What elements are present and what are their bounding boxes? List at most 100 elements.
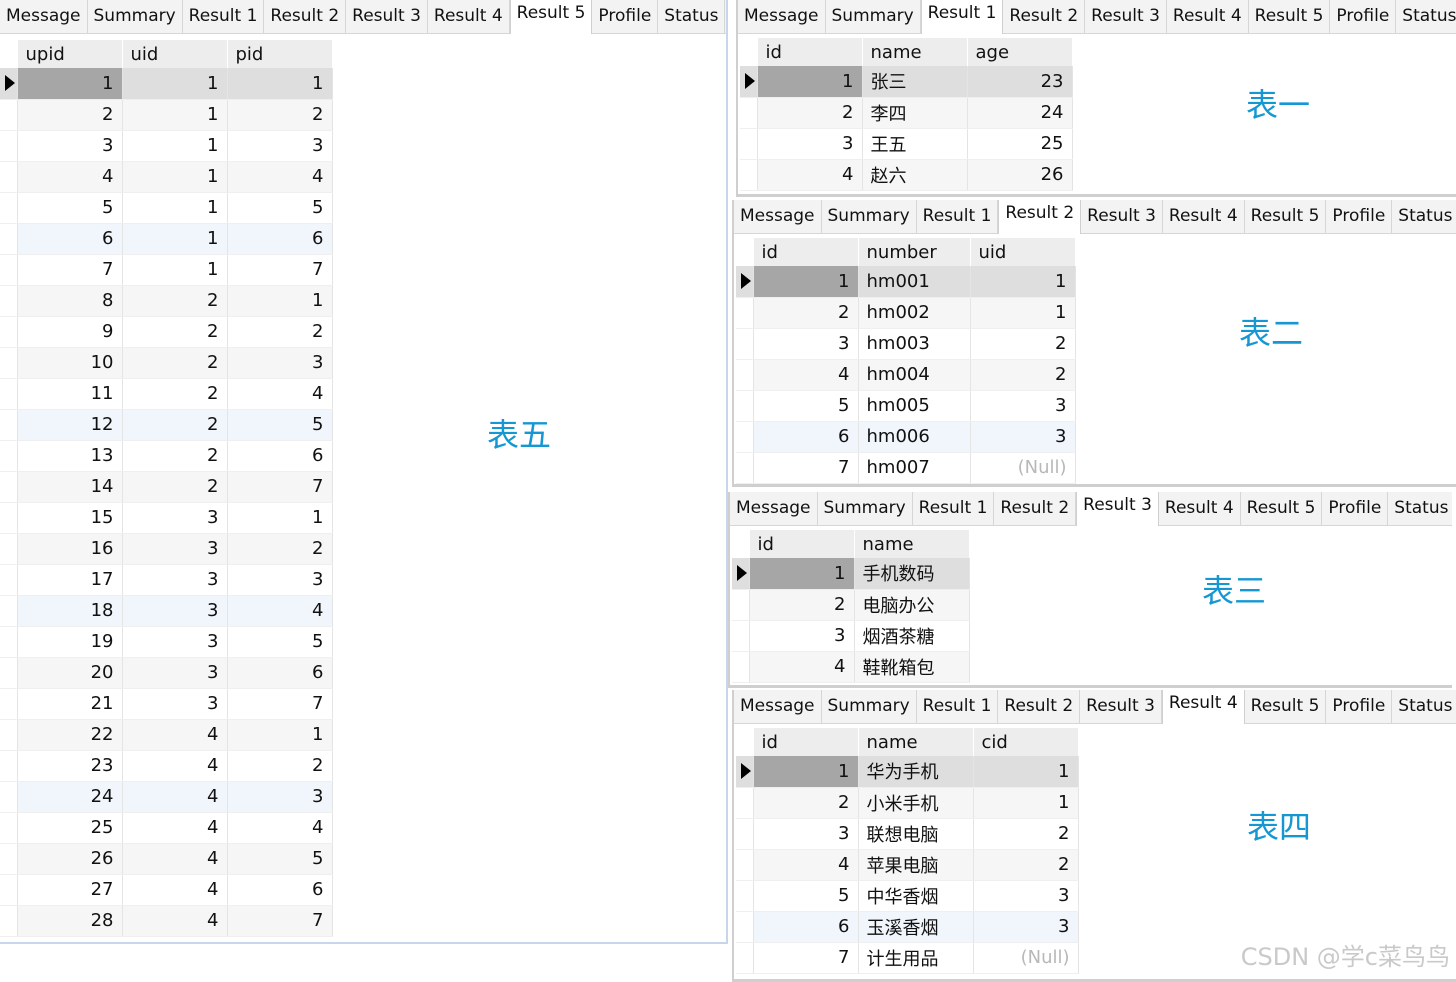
tab-profile[interactable]: Profile — [1326, 200, 1393, 233]
cell-name[interactable]: 联想电脑 — [858, 818, 974, 850]
tab-profile[interactable]: Profile — [1322, 492, 1389, 525]
row-indicator[interactable] — [736, 452, 754, 484]
cell-pid[interactable]: 4 — [227, 378, 333, 410]
table-row[interactable]: 2 小米手机 1 — [736, 787, 1079, 819]
row-indicator[interactable] — [740, 97, 758, 129]
tab-result-1[interactable]: Result 1 — [920, 0, 1004, 34]
tab-result-5[interactable]: Result 5 — [1245, 690, 1327, 723]
cell-upid[interactable]: 4 — [17, 161, 123, 193]
table-row[interactable]: 16 3 2 — [0, 533, 333, 565]
cell-id[interactable]: 6 — [753, 421, 859, 453]
row-indicator[interactable] — [0, 68, 18, 100]
row-indicator[interactable] — [732, 589, 750, 621]
row-indicator[interactable] — [0, 533, 18, 565]
tab-summary[interactable]: Summary — [826, 0, 921, 33]
cell-uid[interactable]: 1 — [122, 254, 228, 286]
column-header-id[interactable]: id — [757, 38, 863, 66]
row-indicator[interactable] — [0, 750, 18, 782]
result-grid[interactable]: id name 1 手机数码 2 电脑办公 3 烟酒茶糖 4 鞋靴箱包 — [732, 530, 970, 683]
cell-id[interactable]: 3 — [753, 818, 859, 850]
cell-uid[interactable]: 1 — [122, 68, 228, 100]
cell-id[interactable]: 7 — [753, 942, 859, 974]
cell-pid[interactable]: 5 — [227, 843, 333, 875]
table-row[interactable]: 15 3 1 — [0, 502, 333, 534]
row-indicator[interactable] — [736, 787, 754, 819]
cell-id[interactable]: 4 — [757, 159, 863, 191]
column-header-uid[interactable]: uid — [970, 238, 1076, 266]
column-header-name[interactable]: name — [858, 728, 974, 756]
table-row[interactable]: 12 2 5 — [0, 409, 333, 441]
cell-pid[interactable]: 7 — [227, 905, 333, 937]
table-row[interactable]: 111 — [0, 68, 333, 100]
cell-id[interactable]: 1 — [753, 266, 859, 298]
cell-upid[interactable]: 3 — [17, 130, 123, 162]
cell-pid[interactable]: 4 — [227, 595, 333, 627]
table-row[interactable]: 5 中华香烟 3 — [736, 880, 1079, 912]
cell-upid[interactable]: 11 — [17, 378, 123, 410]
cell-age[interactable]: 23 — [967, 66, 1073, 98]
row-indicator[interactable] — [0, 347, 18, 379]
row-indicator[interactable] — [732, 558, 750, 590]
cell-uid[interactable]: 1 — [122, 130, 228, 162]
table-row[interactable]: 212 — [0, 99, 333, 131]
cell-uid[interactable]: 4 — [122, 874, 228, 906]
cell-name[interactable]: 玉溪香烟 — [858, 911, 974, 943]
cell-uid[interactable]: 4 — [122, 843, 228, 875]
cell-uid[interactable]: 3 — [122, 502, 228, 534]
cell-upid[interactable]: 22 — [17, 719, 123, 751]
cell-uid[interactable]: 3 — [122, 688, 228, 720]
table-row[interactable]: 26 4 5 — [0, 843, 333, 875]
row-indicator[interactable] — [740, 66, 758, 98]
cell-pid[interactable]: 3 — [227, 781, 333, 813]
cell-id[interactable]: 1 — [757, 66, 863, 98]
table-row[interactable]: 821 — [0, 285, 333, 317]
table-row[interactable]: 414 — [0, 161, 333, 193]
row-indicator[interactable] — [0, 471, 18, 503]
column-header-id[interactable]: id — [753, 728, 859, 756]
row-indicator[interactable] — [740, 159, 758, 191]
cell-name[interactable]: 手机数码 — [854, 558, 970, 590]
row-indicator[interactable] — [740, 128, 758, 160]
row-indicator[interactable] — [736, 359, 754, 391]
cell-id[interactable]: 3 — [749, 620, 855, 652]
cell-name[interactable]: 苹果电脑 — [858, 849, 974, 881]
column-header-pid[interactable]: pid — [227, 40, 333, 68]
cell-uid[interactable]: 2 — [122, 471, 228, 503]
tab-message[interactable]: Message — [734, 690, 822, 723]
cell-id[interactable]: 2 — [753, 787, 859, 819]
column-header-name[interactable]: name — [862, 38, 968, 66]
tab-status[interactable]: Status — [1392, 690, 1456, 723]
cell-pid[interactable]: 2 — [227, 316, 333, 348]
table-row[interactable]: 4 赵六 26 — [740, 159, 1073, 191]
cell-uid[interactable]: 2 — [122, 347, 228, 379]
table-row[interactable]: 27 4 6 — [0, 874, 333, 906]
cell-number[interactable]: hm006 — [858, 421, 971, 453]
table-row[interactable]: 21 3 7 — [0, 688, 333, 720]
cell-uid[interactable]: 4 — [122, 781, 228, 813]
cell-upid[interactable]: 12 — [17, 409, 123, 441]
cell-id[interactable]: 4 — [749, 651, 855, 683]
cell-uid[interactable]: 2 — [122, 440, 228, 472]
tab-result-3[interactable]: Result 3 — [1081, 200, 1163, 233]
tab-profile[interactable]: Profile — [592, 0, 659, 33]
cell-upid[interactable]: 27 — [17, 874, 123, 906]
tab-summary[interactable]: Summary — [822, 690, 917, 723]
cell-upid[interactable]: 2 — [17, 99, 123, 131]
result-grid[interactable]: id name cid 1 华为手机 1 2 小米手机 1 3 联想电脑 2 4 苹果电脑 2 5 中华香烟 3 6… — [736, 728, 1079, 974]
cell-uid[interactable]: 2 — [970, 328, 1076, 360]
cell-uid[interactable]: 2 — [122, 409, 228, 441]
table-row[interactable]: 922 — [0, 316, 333, 348]
cell-pid[interactable]: 6 — [227, 657, 333, 689]
table-row[interactable]: 17 3 3 — [0, 564, 333, 596]
row-indicator[interactable] — [0, 409, 18, 441]
cell-id[interactable]: 5 — [753, 880, 859, 912]
row-indicator[interactable] — [0, 378, 18, 410]
tab-result-3[interactable]: Result 3 — [346, 0, 428, 33]
tab-summary[interactable]: Summary — [818, 492, 913, 525]
row-indicator[interactable] — [736, 880, 754, 912]
tab-result-2[interactable]: Result 2 — [264, 0, 347, 33]
row-indicator[interactable] — [0, 781, 18, 813]
cell-uid[interactable]: 4 — [122, 750, 228, 782]
cell-upid[interactable]: 17 — [17, 564, 123, 596]
row-indicator[interactable] — [0, 192, 18, 224]
